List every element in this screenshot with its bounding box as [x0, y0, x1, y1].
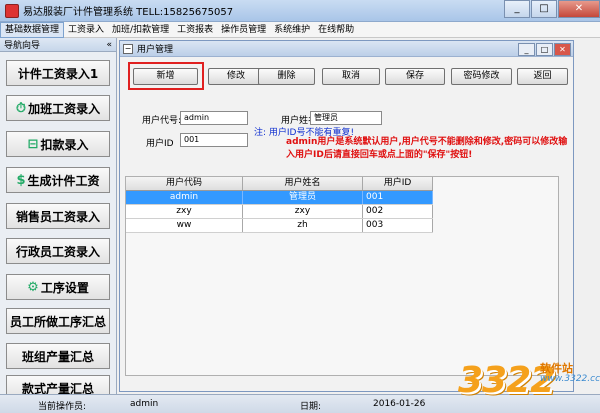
cell-user-code: admin: [126, 191, 243, 204]
cell-user-code: zxy: [126, 205, 243, 218]
child-titlebar: − 用户管理: [120, 41, 573, 57]
nav-style-output-summary[interactable]: 款式产量汇总: [6, 375, 110, 394]
collapse-icon[interactable]: «: [106, 40, 112, 50]
col-user-id[interactable]: 用户ID: [363, 177, 433, 190]
nav-team-output-summary[interactable]: 班组产量汇总: [6, 343, 110, 369]
nav-piecework-entry[interactable]: 计件工资录入1: [6, 60, 110, 86]
save-button[interactable]: 保存: [385, 68, 445, 85]
child-title: 用户管理: [137, 45, 174, 55]
nav-header: 导航向导 «: [0, 38, 116, 52]
cell-user-name: 管理员: [243, 191, 363, 204]
table-row[interactable]: ww zh 003: [126, 219, 433, 233]
menu-help[interactable]: 在线帮助: [314, 22, 358, 38]
col-user-name[interactable]: 用户姓名: [243, 177, 363, 190]
user-grid[interactable]: 用户代码 用户姓名 用户ID admin 管理员 001 zxy zxy 002…: [125, 176, 559, 376]
child-restore-button[interactable]: □: [536, 43, 553, 56]
menu-basic-data[interactable]: 基础数据管理: [0, 21, 65, 38]
window-titlebar: 易达服装厂计件管理系统 TELL:15825675057 _ □ ✕: [0, 0, 600, 22]
app-icon: [5, 3, 19, 18]
process-icon: ⚙: [27, 279, 39, 295]
table-row[interactable]: zxy zxy 002: [126, 205, 433, 219]
cell-user-name: zxy: [243, 205, 363, 218]
back-button[interactable]: 返回: [517, 68, 568, 85]
minimize-button[interactable]: _: [504, 0, 530, 18]
cell-user-id: 001: [363, 191, 433, 204]
user-name-field[interactable]: 管理员: [310, 111, 382, 125]
close-button[interactable]: ✕: [558, 0, 600, 18]
menu-bar: 基础数据管理 工资录入 加班/扣款管理 工资报表 操作员管理 系统维护 在线帮助: [0, 21, 600, 38]
cell-user-code: ww: [126, 219, 243, 232]
cancel-button[interactable]: 取消: [322, 68, 380, 85]
add-button[interactable]: 新增: [133, 68, 198, 85]
grid-header: 用户代码 用户姓名 用户ID: [126, 177, 433, 191]
user-code-field[interactable]: admin: [180, 111, 248, 125]
maximize-button[interactable]: □: [531, 0, 557, 18]
user-id-label: 用户ID: [146, 139, 174, 149]
money-bag-icon: $: [16, 172, 26, 188]
menu-system[interactable]: 系统维护: [270, 22, 314, 38]
window-menu-icon[interactable]: −: [123, 43, 133, 54]
user-management-window: − 用户管理 _ □ ✕ 新增 修改 删除 取消 保存 密码修改 返回 用户代号…: [119, 40, 574, 392]
child-close-button[interactable]: ✕: [554, 43, 571, 56]
nav-overtime-entry[interactable]: ⏱ 加班工资录入: [6, 95, 110, 121]
nav-process-setup[interactable]: ⚙ 工序设置: [6, 274, 110, 300]
nav-generate-wage[interactable]: $ 生成计件工资: [6, 167, 110, 193]
change-password-button[interactable]: 密码修改: [451, 68, 512, 85]
window-title: 易达服装厂计件管理系统 TELL:15825675057: [23, 7, 234, 18]
edit-button[interactable]: 修改: [208, 68, 264, 85]
cell-user-id: 002: [363, 205, 433, 218]
menu-operator[interactable]: 操作员管理: [217, 22, 270, 38]
child-minimize-button[interactable]: _: [518, 43, 535, 56]
operator-value: admin: [130, 399, 159, 409]
col-user-code[interactable]: 用户代码: [126, 177, 243, 190]
operator-label: 当前操作员:: [38, 402, 87, 412]
cell-user-name: zh: [243, 219, 363, 232]
status-bar: 当前操作员: admin 日期: 2016-01-26: [0, 394, 600, 413]
table-row[interactable]: admin 管理员 001: [126, 191, 433, 205]
menu-overtime-deduction[interactable]: 加班/扣款管理: [108, 22, 173, 38]
menu-wage-report[interactable]: 工资报表: [173, 22, 217, 38]
nav-header-title: 导航向导: [4, 41, 41, 51]
cell-user-id: 003: [363, 219, 433, 232]
nav-deduction-entry[interactable]: ⊟ 扣款录入: [6, 131, 110, 157]
menu-wage-entry[interactable]: 工资录入: [64, 22, 108, 38]
nav-sales-wage-entry[interactable]: 销售员工资录入: [6, 203, 110, 229]
deduction-icon: ⊟: [27, 136, 39, 152]
date-value: 2016-01-26: [373, 399, 426, 409]
delete-button[interactable]: 删除: [258, 68, 315, 85]
nav-panel: 导航向导 « 计件工资录入1 ⏱ 加班工资录入 ⊟ 扣款录入 $ 生成计件工资 销售员…: [0, 38, 117, 394]
user-id-field[interactable]: 001: [180, 133, 248, 147]
date-label: 日期:: [300, 402, 322, 412]
clock-icon: ⏱: [15, 100, 27, 116]
user-code-label: 用户代号:: [142, 116, 182, 126]
note-red: admin用户是系统默认用户,用户代号不能删除和修改,密码可以修改输入用户ID后…: [286, 137, 568, 160]
nav-admin-wage-entry[interactable]: 行政员工资录入: [6, 238, 110, 264]
nav-employee-process-summary[interactable]: 员工所做工序汇总: [6, 308, 110, 334]
